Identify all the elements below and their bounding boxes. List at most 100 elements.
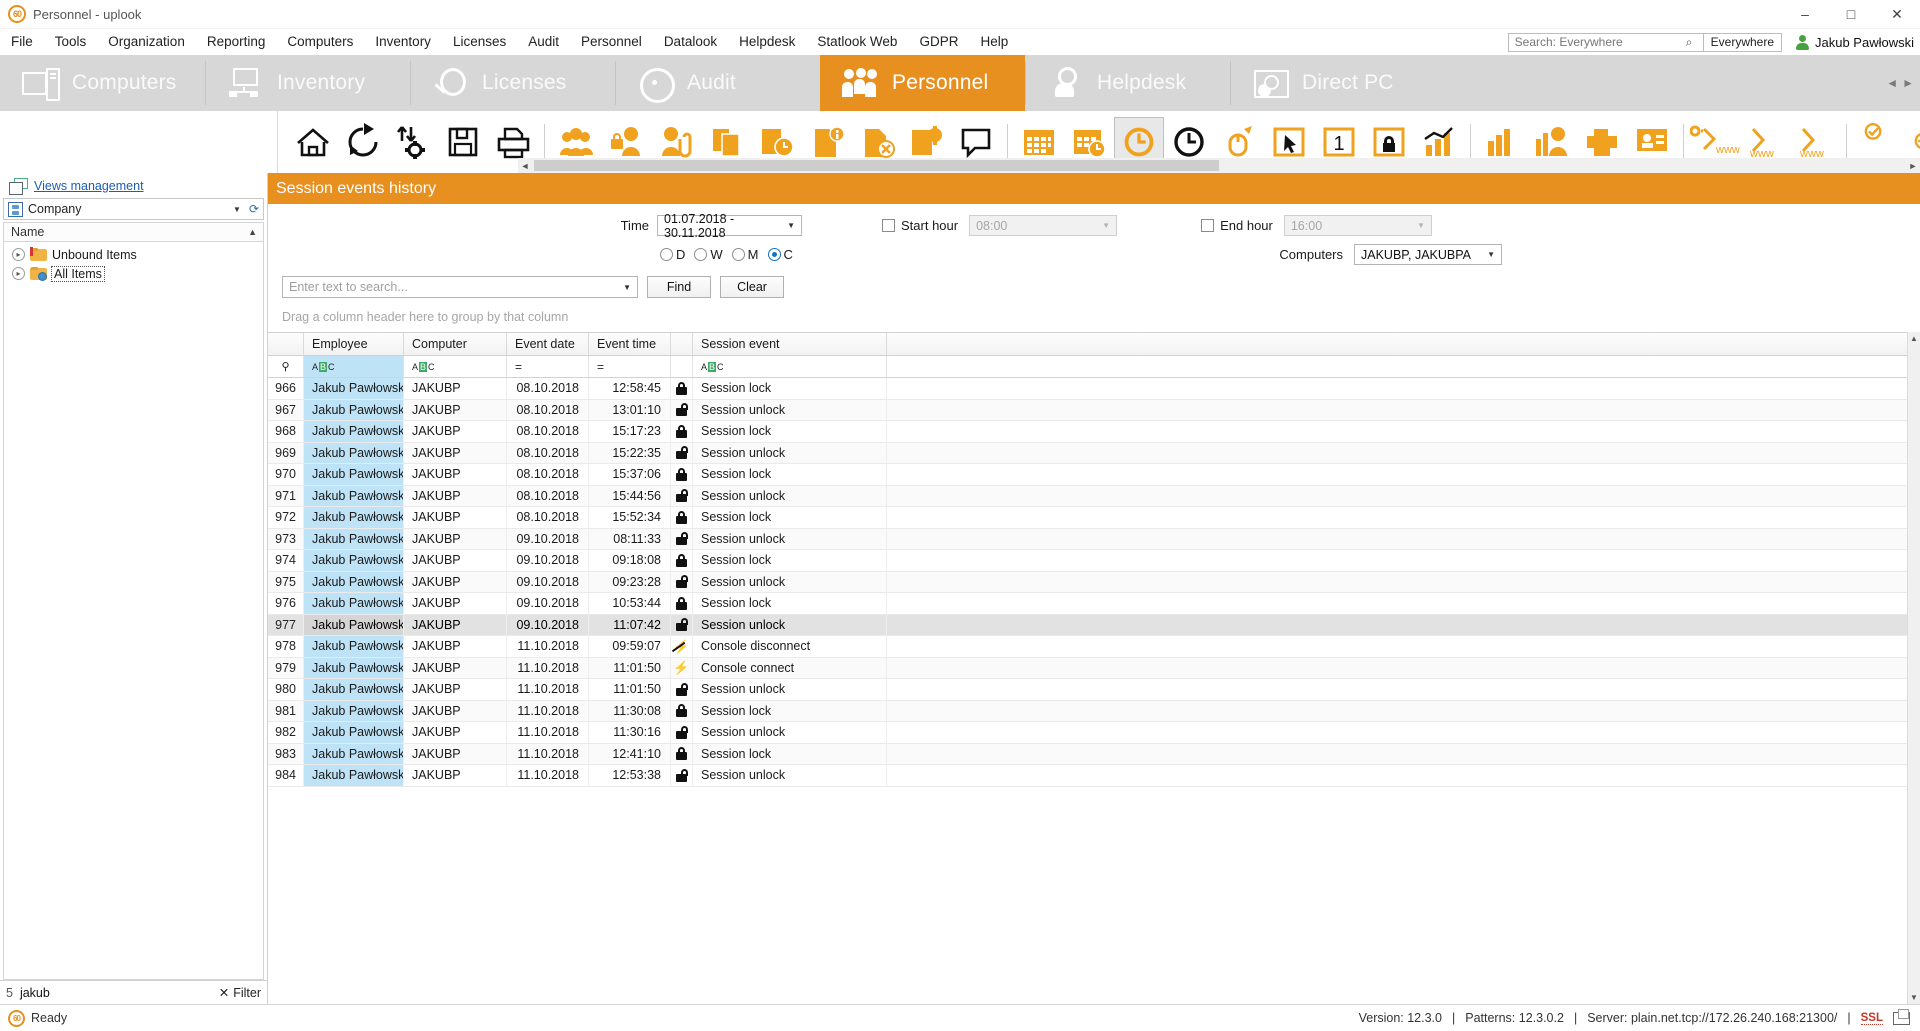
filter-computer[interactable]: ABC	[404, 356, 507, 377]
toolbar-scrollbar[interactable]: ◄ ►	[518, 158, 1920, 173]
table-row[interactable]: 974 Jakub Pawłowski JAKUBP 09.10.2018 09:18:…	[268, 550, 1907, 572]
organization-tree[interactable]: ▸ Unbound Items ▸ All Items	[3, 242, 264, 980]
ribbon-tab-audit[interactable]: Audit	[615, 55, 820, 111]
column-header-event-time[interactable]: Event time	[589, 333, 671, 355]
chevron-down-icon[interactable]: ▼	[783, 221, 799, 230]
group-by-hint[interactable]: Drag a column header here to group by th…	[268, 302, 1920, 332]
table-row[interactable]: 973 Jakub Pawłowski JAKUBP 09.10.2018 08:11:…	[268, 528, 1907, 550]
menu-audit[interactable]: Audit	[517, 29, 570, 55]
table-row[interactable]: 979 Jakub Pawłowski JAKUBP 11.10.2018 11:01:…	[268, 657, 1907, 679]
menu-computers[interactable]: Computers	[276, 29, 364, 55]
end-hour-checkbox[interactable]	[1201, 219, 1215, 232]
search-scope-button[interactable]: Everywhere	[1703, 32, 1782, 52]
table-row[interactable]: 982 Jakub Pawłowski JAKUBP 11.10.2018 11:30:…	[268, 722, 1907, 744]
column-header-employee[interactable]: Employee	[304, 333, 404, 355]
period-radio-m[interactable]	[731, 248, 745, 261]
tree-node-all-items[interactable]: ▸ All Items	[4, 264, 263, 283]
menu-organization[interactable]: Organization	[97, 29, 196, 55]
sync-settings-icon[interactable]	[388, 117, 438, 167]
chevron-down-icon[interactable]: ▼	[1483, 250, 1499, 259]
chevron-down-icon[interactable]: ▼	[619, 283, 635, 292]
filter-pin-icon[interactable]: ⚲	[268, 356, 304, 377]
table-row[interactable]: 968 Jakub Pawłowski JAKUBP 08.10.2018 15:17:…	[268, 421, 1907, 443]
company-selector[interactable]: Company ▼ ⟳	[3, 198, 264, 220]
chevron-down-icon[interactable]: ▼	[1413, 221, 1429, 230]
scroll-down-icon[interactable]: ▼	[1910, 991, 1918, 1004]
filter-event-icon[interactable]	[671, 356, 693, 377]
column-header-computer[interactable]: Computer	[404, 333, 507, 355]
filter-employee[interactable]: ABC	[304, 356, 404, 377]
menu-helpdesk[interactable]: Helpdesk	[728, 29, 806, 55]
table-row[interactable]: 976 Jakub Pawłowski JAKUBP 09.10.2018 10:53:…	[268, 593, 1907, 615]
sort-ascending-icon[interactable]: ▲	[248, 227, 257, 237]
table-row[interactable]: 980 Jakub Pawłowski JAKUBP 11.10.2018 11:01:…	[268, 679, 1907, 701]
clear-button[interactable]: Clear	[720, 276, 784, 298]
scroll-up-icon[interactable]: ▲	[1910, 332, 1918, 345]
views-management-link[interactable]: Views management	[34, 179, 144, 193]
maximize-button[interactable]: □	[1828, 0, 1874, 29]
end-hour-combo[interactable]: 16:00 ▼	[1283, 215, 1432, 236]
start-hour-combo[interactable]: 08:00 ▼	[969, 215, 1118, 236]
menu-inventory[interactable]: Inventory	[364, 29, 442, 55]
filter-session-event[interactable]: ABC	[693, 356, 887, 377]
table-row[interactable]: 978 Jakub Pawłowski JAKUBP 11.10.2018 09:59:…	[268, 636, 1907, 658]
table-row[interactable]: 971 Jakub Pawłowski JAKUBP 08.10.2018 15:44:…	[268, 485, 1907, 507]
clear-filter-button[interactable]: ✕ Filter	[219, 985, 261, 1001]
close-button[interactable]: ✕	[1874, 0, 1920, 29]
period-radio-w[interactable]	[694, 248, 708, 261]
menu-help[interactable]: Help	[969, 29, 1019, 55]
filter-value[interactable]: jakub	[20, 986, 212, 1000]
menu-personnel[interactable]: Personnel	[570, 29, 653, 55]
toolbar-scroll-left-icon[interactable]: ◄	[518, 161, 532, 171]
current-user[interactable]: Jakub Pawłowski	[1795, 34, 1914, 50]
period-radio-c[interactable]	[767, 248, 781, 261]
search-input[interactable]	[1512, 34, 1683, 50]
column-header-session-event[interactable]: Session event	[693, 333, 887, 355]
table-row[interactable]: 972 Jakub Pawłowski JAKUBP 08.10.2018 15:52:…	[268, 507, 1907, 529]
toolbar-scroll-right-icon[interactable]: ►	[1906, 161, 1920, 171]
menu-statlook-web[interactable]: Statlook Web	[806, 29, 908, 55]
filter-blank[interactable]	[887, 356, 1907, 377]
remote-screen-icon[interactable]	[1893, 1008, 1910, 1025]
grid-search-input[interactable]: Enter text to search... ▼	[282, 276, 638, 298]
filter-event-time[interactable]: =	[589, 356, 671, 377]
refresh-icon[interactable]	[338, 117, 388, 167]
start-hour-checkbox[interactable]	[882, 219, 895, 232]
global-search-box[interactable]: ⌕	[1507, 32, 1704, 52]
ribbon-tab-computers[interactable]: Computers	[0, 55, 205, 111]
menu-file[interactable]: File	[0, 29, 44, 55]
ribbon-next-icon[interactable]: ►	[1902, 76, 1914, 90]
column-header-blank[interactable]	[887, 333, 1907, 355]
menu-reporting[interactable]: Reporting	[196, 29, 277, 55]
column-header-indicator[interactable]	[268, 333, 304, 355]
ribbon-tab-personnel[interactable]: Personnel	[820, 55, 1025, 111]
views-management-row[interactable]: Views management	[0, 173, 267, 198]
find-button[interactable]: Find	[647, 276, 711, 298]
column-header-event-date[interactable]: Event date	[507, 333, 589, 355]
column-header-event-icon[interactable]	[671, 333, 693, 355]
table-row[interactable]: 983 Jakub Pawłowski JAKUBP 11.10.2018 12:41:…	[268, 743, 1907, 765]
tree-column-header[interactable]: Name ▲	[3, 222, 264, 242]
status-ssl-badge[interactable]: SSL	[1860, 1012, 1883, 1025]
chevron-down-icon[interactable]: ▼	[1098, 221, 1114, 230]
save-icon[interactable]	[438, 117, 488, 167]
table-row[interactable]: 977 Jakub Pawłowski JAKUBP 09.10.2018 11:07:…	[268, 614, 1907, 636]
menu-tools[interactable]: Tools	[44, 29, 98, 55]
ribbon-tab-helpdesk[interactable]: Helpdesk	[1025, 55, 1230, 111]
tree-node-unbound-items[interactable]: ▸ Unbound Items	[4, 245, 263, 264]
expand-icon[interactable]: ▸	[12, 248, 25, 261]
table-row[interactable]: 975 Jakub Pawłowski JAKUBP 09.10.2018 09:23:…	[268, 571, 1907, 593]
refresh-icon[interactable]: ⟳	[245, 202, 263, 216]
expand-icon[interactable]: ▸	[12, 267, 25, 280]
table-row[interactable]: 984 Jakub Pawłowski JAKUBP 11.10.2018 12:53:…	[268, 765, 1907, 787]
table-row[interactable]: 969 Jakub Pawłowski JAKUBP 08.10.2018 15:22:…	[268, 442, 1907, 464]
table-row[interactable]: 967 Jakub Pawłowski JAKUBP 08.10.2018 13:01:…	[268, 399, 1907, 421]
filter-event-date[interactable]: =	[507, 356, 589, 377]
home-icon[interactable]	[288, 117, 338, 167]
table-row[interactable]: 981 Jakub Pawłowski JAKUBP 11.10.2018 11:30:…	[268, 700, 1907, 722]
computers-combo[interactable]: JAKUBP, JAKUBPA ▼	[1354, 244, 1502, 265]
menu-gdpr[interactable]: GDPR	[908, 29, 969, 55]
search-icon[interactable]: ⌕	[1683, 35, 1696, 49]
table-row[interactable]: 970 Jakub Pawłowski JAKUBP 08.10.2018 15:37:…	[268, 464, 1907, 486]
time-range-combo[interactable]: 01.07.2018 - 30.11.2018 ▼	[657, 212, 802, 240]
